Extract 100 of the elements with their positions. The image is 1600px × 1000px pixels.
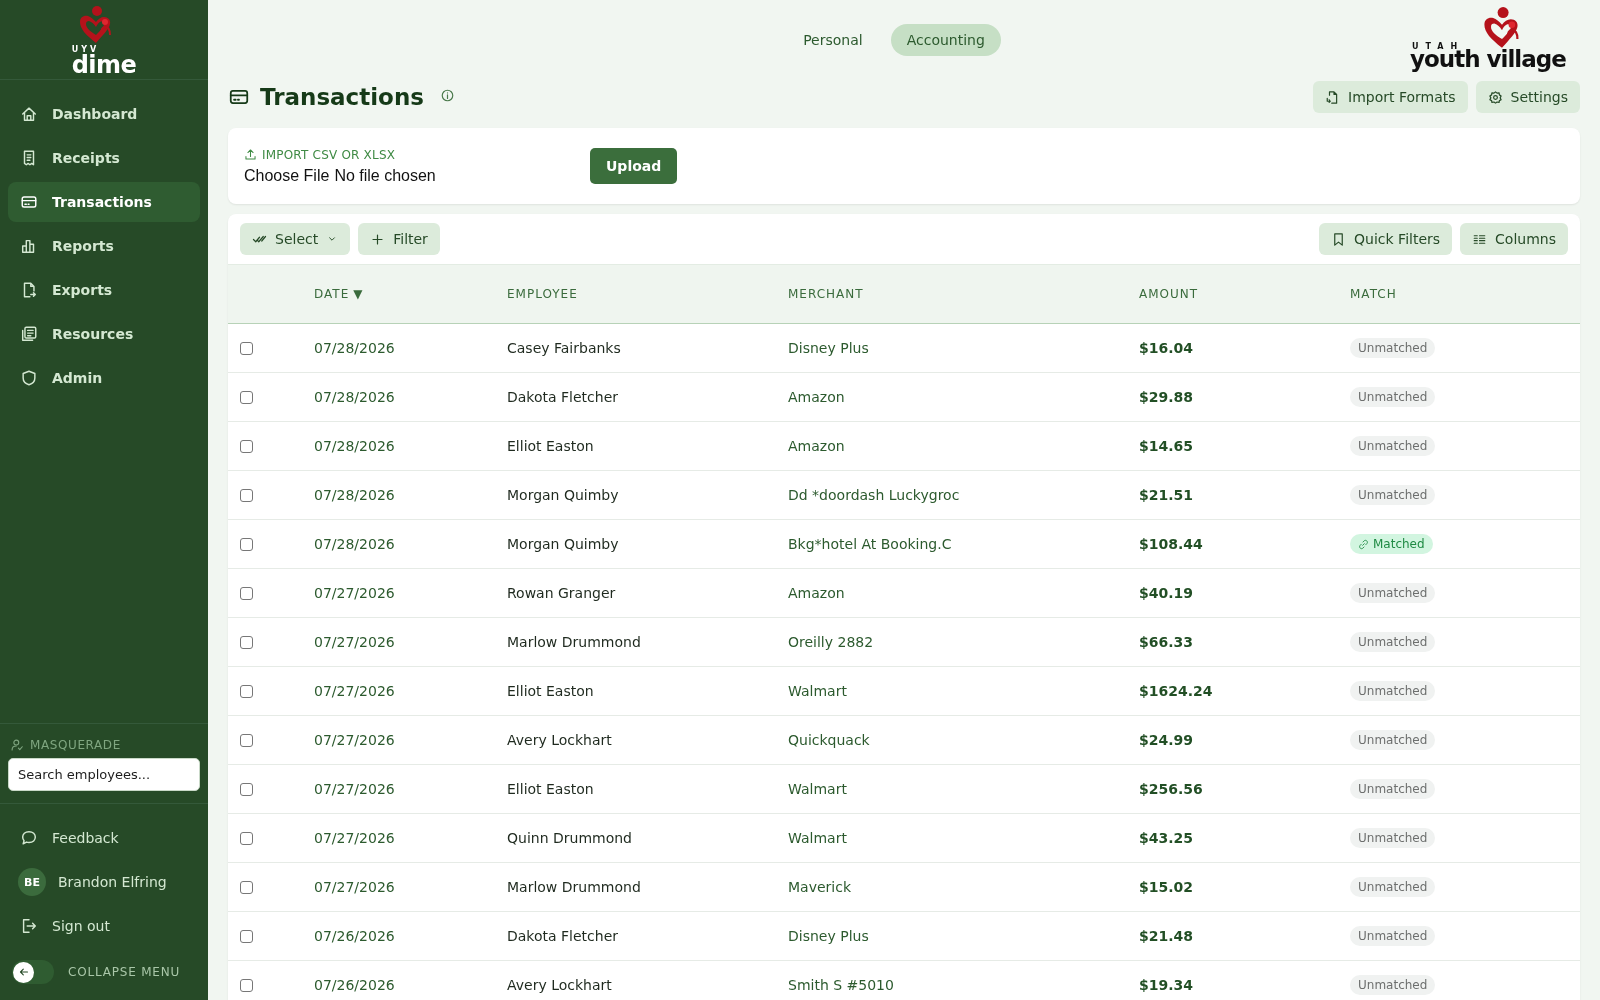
column-header[interactable]: AMOUNT <box>1139 287 1350 301</box>
table-cell-text: $21.48 <box>1139 928 1195 944</box>
nav-item[interactable]: Admin <box>8 358 200 398</box>
logo-subtitle: UYV <box>71 45 100 54</box>
nav-item[interactable]: Reports <box>8 226 200 266</box>
upload-icon <box>244 148 257 161</box>
table-cell-text: 07/28/2026 <box>314 438 396 454</box>
choose-file-button[interactable]: Choose File <box>244 166 330 185</box>
sign-out-icon <box>20 917 38 935</box>
mode-tab[interactable]: Personal <box>787 24 879 56</box>
section-label: MASQUERADE <box>30 738 121 752</box>
toolbar-button[interactable]: Select <box>240 223 351 255</box>
table-cell-text: Elliot Easton <box>507 683 595 699</box>
table-cell-text: Morgan Quimby <box>507 487 620 503</box>
documents-icon <box>20 325 38 343</box>
shield-icon <box>20 369 38 387</box>
table-cell-text: 07/27/2026 <box>314 830 396 846</box>
table-cell-text: 07/27/2026 <box>314 879 396 895</box>
table-cell-text: Walmart <box>788 781 848 797</box>
sign-out-link[interactable]: Sign out <box>8 906 200 946</box>
user-avatar: BE <box>18 868 46 896</box>
arrow-left-icon <box>13 961 34 983</box>
column-header[interactable]: MATCH <box>1350 287 1580 301</box>
table-cell-text: $66.33 <box>1139 634 1195 650</box>
status-badge: Unmatched <box>1350 730 1436 750</box>
row-checkbox[interactable] <box>240 537 253 551</box>
table-cell-text: Avery Lockhart <box>507 732 613 748</box>
nav-item[interactable]: Dashboard <box>8 94 200 134</box>
table-cell-text: Quinn Drummond <box>507 830 633 846</box>
row-checkbox[interactable] <box>240 488 253 502</box>
collapse-toggle[interactable] <box>12 960 54 984</box>
user-name[interactable]: Brandon Elfring <box>58 874 167 890</box>
row-checkbox[interactable] <box>240 341 253 355</box>
chat-bubble-icon <box>20 829 38 847</box>
row-checkbox[interactable] <box>240 390 253 404</box>
status-badge: Unmatched <box>1350 632 1436 652</box>
table-cell-text: Dd *doordash Luckygroc <box>788 487 961 503</box>
mode-tab[interactable]: Accounting <box>890 24 1001 56</box>
table-cell-text: $43.25 <box>1139 830 1195 846</box>
status-badge: Unmatched <box>1350 387 1436 407</box>
header-button[interactable]: Settings <box>1475 81 1580 113</box>
row-checkbox[interactable] <box>240 978 253 992</box>
settings-icon <box>1487 89 1503 105</box>
row-checkbox[interactable] <box>240 586 253 600</box>
table-cell-text: $29.88 <box>1139 389 1195 405</box>
link-icon <box>1358 538 1369 550</box>
row-checkbox[interactable] <box>240 733 253 747</box>
status-badge: Unmatched <box>1350 828 1436 848</box>
table-cell-text: $108.44 <box>1139 536 1204 552</box>
toolbar-button[interactable]: Quick Filters <box>1319 223 1453 255</box>
search-field[interactable]: Search employees... <box>8 758 200 791</box>
row-checkbox[interactable] <box>240 684 253 698</box>
column-header[interactable]: EMPLOYEE <box>507 287 788 301</box>
nav-item[interactable]: Transactions <box>8 182 200 222</box>
table-cell-text: $16.04 <box>1139 340 1195 356</box>
toolbar-button[interactable]: Filter <box>358 223 440 255</box>
table-cell-text: $40.19 <box>1139 585 1195 601</box>
table-cell-text: $21.51 <box>1139 487 1195 503</box>
table-cell-text: Amazon <box>788 438 846 454</box>
nav-item[interactable]: Exports <box>8 270 200 310</box>
toolbar-button[interactable]: Columns <box>1460 223 1568 255</box>
file-status: No file chosen <box>334 166 436 185</box>
table-cell-text: Walmart <box>788 683 848 699</box>
table-cell-text: Disney Plus <box>788 340 870 356</box>
table-cell-text: $14.65 <box>1139 438 1195 454</box>
upload-button[interactable]: Upload <box>590 148 678 184</box>
table-cell-text: $1624.24 <box>1139 683 1214 699</box>
table-cell-text: 07/28/2026 <box>314 340 396 356</box>
row-checkbox[interactable] <box>240 929 253 943</box>
table-cell-text: $24.99 <box>1139 732 1195 748</box>
table-cell-text: Dakota Fletcher <box>507 389 620 405</box>
row-checkbox[interactable] <box>240 439 253 453</box>
table-cell-text: Maverick <box>788 879 852 895</box>
nav-item[interactable]: Receipts <box>8 138 200 178</box>
row-checkbox[interactable] <box>240 880 253 894</box>
status-badge: Matched <box>1350 534 1433 554</box>
table-cell-text: $19.34 <box>1139 977 1195 993</box>
column-header[interactable]: DATE ▼ <box>314 287 507 301</box>
row-checkbox[interactable] <box>240 782 253 796</box>
table-cell-text: 07/28/2026 <box>314 389 396 405</box>
table-cell-text: Dakota Fletcher <box>507 928 620 944</box>
table-cell-text: 07/28/2026 <box>314 536 396 552</box>
status-badge: Unmatched <box>1350 975 1436 995</box>
column-header[interactable]: MERCHANT <box>788 287 1139 301</box>
table-cell-text: Avery Lockhart <box>507 977 613 993</box>
import-label: IMPORT CSV OR XLSX <box>262 147 396 162</box>
status-badge: Unmatched <box>1350 681 1436 701</box>
nav-item[interactable]: Resources <box>8 314 200 354</box>
row-checkbox[interactable] <box>240 635 253 649</box>
table-cell-text: Rowan Granger <box>507 585 617 601</box>
table-cell-text: 07/27/2026 <box>314 585 396 601</box>
info-icon <box>440 87 455 103</box>
table-cell-text: Smith S #5010 <box>788 977 895 993</box>
feedback-link[interactable]: Feedback <box>8 818 200 858</box>
table-cell-text: Elliot Easton <box>507 781 595 797</box>
row-checkbox[interactable] <box>240 831 253 845</box>
table-cell-text: 07/28/2026 <box>314 487 396 503</box>
header-button[interactable]: Import Formats <box>1313 81 1468 113</box>
table-cell-text: Morgan Quimby <box>507 536 620 552</box>
table-cell-text: 07/27/2026 <box>314 634 396 650</box>
